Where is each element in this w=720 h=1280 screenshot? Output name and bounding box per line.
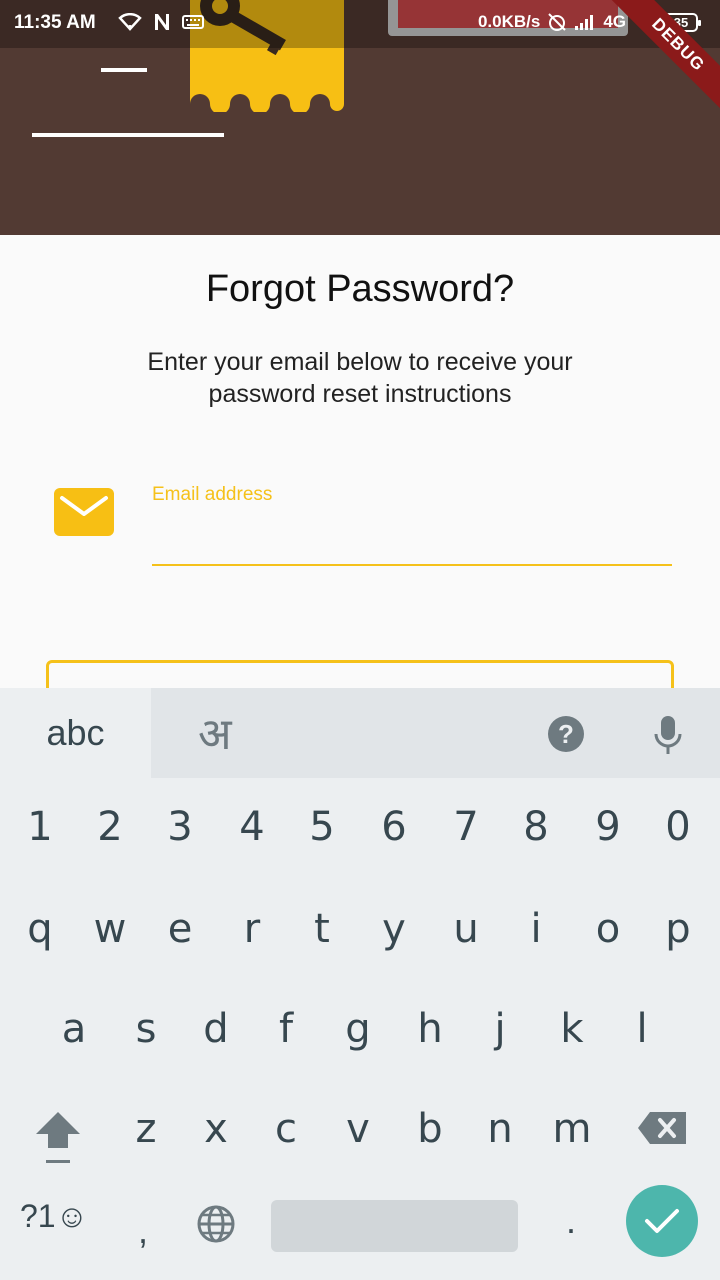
email-field-label: Email address	[152, 484, 273, 505]
key-l[interactable]: l	[612, 994, 672, 1064]
key-t[interactable]: t	[292, 894, 352, 964]
key-u[interactable]: u	[436, 894, 496, 964]
key-w[interactable]: w	[80, 894, 140, 964]
decorative-line	[32, 133, 224, 137]
checkmark-icon	[645, 1209, 679, 1233]
wifi-icon	[118, 13, 142, 31]
soft-keyboard: abc अ ? 1 2 3 4 5 6 7 8 9 0 q w e r t y …	[0, 688, 720, 1280]
page-title: Forgot Password?	[205, 268, 515, 310]
key-j[interactable]: j	[470, 994, 530, 1064]
key-b[interactable]: b	[400, 1094, 460, 1164]
key-6[interactable]: 6	[364, 792, 424, 862]
key-comma[interactable]: ,	[138, 1210, 148, 1252]
key-1[interactable]: 1	[10, 792, 70, 862]
key-x[interactable]: x	[186, 1094, 246, 1164]
key-c[interactable]: c	[256, 1094, 316, 1164]
key-a[interactable]: a	[44, 994, 104, 1064]
key-f[interactable]: f	[256, 994, 316, 1064]
mail-icon	[54, 488, 114, 536]
key-h[interactable]: h	[400, 994, 460, 1064]
symbols-key[interactable]: ?1☺	[20, 1198, 88, 1235]
shift-icon[interactable]	[32, 1108, 84, 1168]
key-7[interactable]: 7	[436, 792, 496, 862]
key-q[interactable]: q	[10, 894, 70, 964]
key-v[interactable]: v	[328, 1094, 388, 1164]
key-3[interactable]: 3	[150, 792, 210, 862]
keyboard-icon	[182, 15, 204, 29]
signal-icon	[575, 15, 594, 30]
network-speed: 0.0KB/s	[477, 12, 541, 31]
notification-n-icon	[155, 14, 169, 30]
help-icon[interactable]: ?	[548, 716, 584, 752]
key-k[interactable]: k	[542, 994, 602, 1064]
key-s[interactable]: s	[116, 994, 176, 1064]
key-2[interactable]: 2	[80, 792, 140, 862]
key-n[interactable]: n	[470, 1094, 530, 1164]
keyboard-toolbar: abc अ ?	[0, 688, 720, 778]
network-type: 4G	[603, 12, 626, 31]
key-8[interactable]: 8	[506, 792, 566, 862]
email-field[interactable]	[152, 512, 672, 566]
alarm-off-icon	[548, 13, 567, 31]
key-z[interactable]: z	[116, 1094, 176, 1164]
page-subtitle: Enter your email below to receive your p…	[147, 348, 573, 408]
key-y[interactable]: y	[364, 894, 424, 964]
status-time: 11:35 AM	[14, 12, 96, 33]
key-g[interactable]: g	[328, 994, 388, 1064]
keyboard-mode-hindi[interactable]: अ	[198, 702, 232, 762]
key-e[interactable]: e	[150, 894, 210, 964]
globe-icon[interactable]	[196, 1204, 236, 1244]
backspace-icon[interactable]	[636, 1110, 688, 1146]
status-bar: 11:35 AM 0.0KB/s 4G 35	[0, 0, 720, 48]
key-0[interactable]: 0	[648, 792, 708, 862]
key-o[interactable]: o	[578, 894, 638, 964]
key-p[interactable]: p	[648, 894, 708, 964]
microphone-icon[interactable]	[652, 714, 684, 756]
key-m[interactable]: m	[542, 1094, 602, 1164]
keyboard-mode-abc[interactable]: abc	[0, 688, 151, 778]
key-d[interactable]: d	[186, 994, 246, 1064]
decorative-line	[101, 68, 147, 72]
key-9[interactable]: 9	[578, 792, 638, 862]
key-period[interactable]: .	[566, 1200, 576, 1242]
key-4[interactable]: 4	[222, 792, 282, 862]
enter-key[interactable]	[626, 1185, 698, 1257]
space-key[interactable]	[271, 1200, 518, 1252]
key-r[interactable]: r	[222, 894, 282, 964]
key-5[interactable]: 5	[292, 792, 352, 862]
key-i[interactable]: i	[506, 894, 566, 964]
